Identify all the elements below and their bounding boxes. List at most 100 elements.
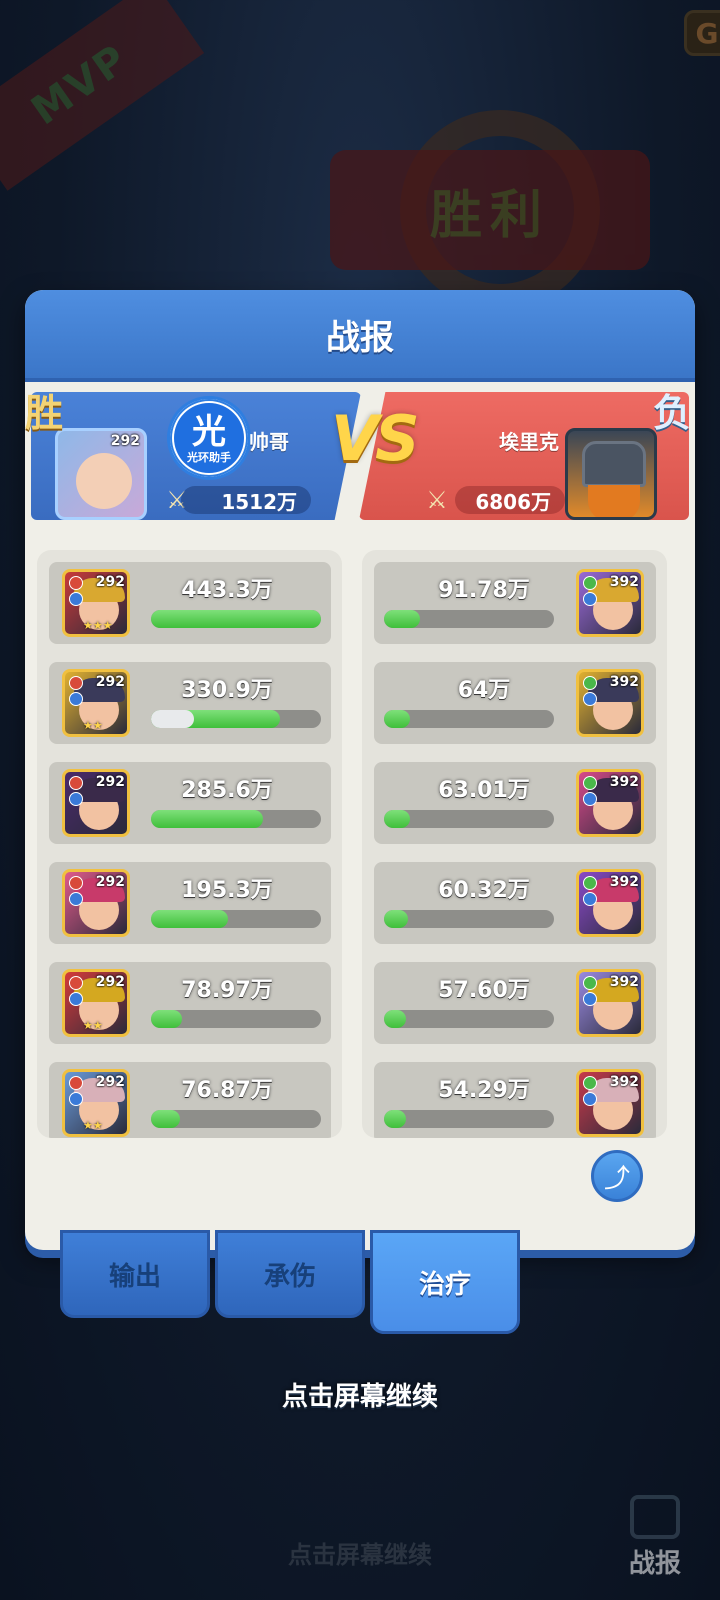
faction-icon xyxy=(69,776,83,790)
hero-row[interactable]: 292 285.6万 xyxy=(49,762,331,844)
right-power: 6806万 xyxy=(455,486,565,514)
hero-row[interactable]: 292 195.3万 xyxy=(49,862,331,944)
hero-portrait[interactable]: 292 ★★ xyxy=(62,1069,130,1137)
bar-fill xyxy=(384,810,410,828)
right-player-name: 埃里克 xyxy=(499,430,559,454)
hero-row[interactable]: 292 ★★ 76.87万 xyxy=(49,1062,331,1138)
hero-row[interactable]: 392 91.78万 xyxy=(374,562,656,644)
left-player-name: 帅哥 xyxy=(249,430,289,454)
share-button[interactable]: ⤴ xyxy=(591,1150,643,1202)
right-hero-list[interactable]: 392 91.78万 392 64万 392 63.01万 392 60.32万 392 57.6… xyxy=(362,550,667,1138)
hero-portrait[interactable]: 292 xyxy=(62,769,130,837)
hero-level: 292 xyxy=(95,674,125,690)
hero-level: 392 xyxy=(609,674,639,690)
hero-row[interactable]: 292 ★★★ 443.3万 xyxy=(49,562,331,644)
hero-row[interactable]: 392 54.29万 xyxy=(374,1062,656,1138)
mvp-ribbon: MVP xyxy=(0,0,205,191)
faction-icon xyxy=(69,976,83,990)
hero-level: 292 xyxy=(95,874,125,890)
hero-stars: ★★ xyxy=(83,1119,103,1132)
faction-icon xyxy=(583,776,597,790)
hero-portrait[interactable]: 392 xyxy=(576,769,644,837)
hero-level: 292 xyxy=(95,1074,125,1090)
victory-label: 胜利 xyxy=(429,185,550,246)
hero-healing-bar xyxy=(384,1110,554,1128)
hero-portrait[interactable]: 292 ★★★ xyxy=(62,569,130,637)
hero-portrait[interactable]: 292 xyxy=(62,869,130,937)
bar-fill xyxy=(151,610,321,628)
hero-healing-value: 60.32万 xyxy=(438,878,530,903)
left-leader-avatar[interactable]: 292 xyxy=(55,428,147,520)
bar-fill xyxy=(151,810,264,828)
chart-icon xyxy=(630,1495,680,1539)
hero-level: 292 xyxy=(95,574,125,590)
helper-logo-text: 光环助手 xyxy=(187,451,231,464)
hero-level: 392 xyxy=(609,874,639,890)
hero-level: 392 xyxy=(609,774,639,790)
hero-healing-bar xyxy=(151,810,321,828)
hero-healing-value: 78.97万 xyxy=(181,978,273,1003)
panel-title: 战报 xyxy=(326,317,394,358)
hero-healing-value: 330.9万 xyxy=(181,678,273,703)
hero-healing-bar xyxy=(384,810,554,828)
hero-portrait[interactable]: 392 xyxy=(576,869,644,937)
left-hero-list[interactable]: 292 ★★★ 443.3万 292 ★★ 330.9万 292 285.6万 292 195.3… xyxy=(37,550,342,1138)
victory-banner: 胜利 xyxy=(330,150,650,270)
left-team-banner[interactable]: 292 光 光环助手 帅哥 ⚔ 1512万 xyxy=(31,392,361,520)
class-icon xyxy=(69,692,83,706)
hero-healing-value: 64万 xyxy=(457,678,511,703)
class-icon xyxy=(583,1092,597,1106)
vs-label: VS xyxy=(331,402,420,475)
hero-row[interactable]: 292 ★★ 330.9万 xyxy=(49,662,331,744)
faction-icon xyxy=(583,876,597,890)
faction-icon xyxy=(583,976,597,990)
faction-icon xyxy=(69,676,83,690)
hero-healing-value: 76.87万 xyxy=(181,1078,273,1103)
battle-report-panel: 战报 292 光 光环助手 帅哥 ⚔ 1512万 埃里克 ⚔ 6806万 胜 负… xyxy=(25,290,695,1250)
share-icon: ⤴ xyxy=(603,1163,630,1194)
hero-row[interactable]: 392 60.32万 xyxy=(374,862,656,944)
hero-healing-bar xyxy=(384,1010,554,1028)
left-power: 1512万 xyxy=(181,486,311,514)
corner-menu-icon[interactable]: G xyxy=(684,10,720,56)
hero-portrait[interactable]: 392 xyxy=(576,569,644,637)
hero-healing-bar xyxy=(151,910,321,928)
class-icon xyxy=(69,1092,83,1106)
left-leader-level: 292 xyxy=(110,433,140,449)
class-icon xyxy=(69,892,83,906)
hero-healing-bar xyxy=(151,610,321,628)
hero-portrait[interactable]: 292 ★★ xyxy=(62,669,130,737)
continue-hint[interactable]: 点击屏幕继续 xyxy=(0,1376,720,1413)
mvp-label: MVP xyxy=(23,35,137,135)
team-comparison: 292 光 光环助手 帅哥 ⚔ 1512万 埃里克 ⚔ 6806万 胜 负 VS xyxy=(25,382,695,532)
hero-portrait[interactable]: 392 xyxy=(576,969,644,1037)
tab-healing[interactable]: 治疗 xyxy=(370,1230,520,1334)
bar-overheal xyxy=(151,710,194,728)
class-icon xyxy=(583,592,597,606)
hero-healing-value: 195.3万 xyxy=(181,878,273,903)
bar-fill xyxy=(384,710,410,728)
tab-damage-taken[interactable]: 承伤 xyxy=(215,1230,365,1318)
hero-healing-value: 91.78万 xyxy=(438,578,530,603)
faction-icon xyxy=(583,1076,597,1090)
hero-portrait[interactable]: 292 ★★ xyxy=(62,969,130,1037)
tab-output[interactable]: 输出 xyxy=(60,1230,210,1318)
helper-logo: 光 光环助手 xyxy=(167,396,251,480)
bar-fill xyxy=(151,1010,182,1028)
class-icon xyxy=(583,992,597,1006)
class-icon xyxy=(583,892,597,906)
hero-portrait[interactable]: 392 xyxy=(576,669,644,737)
bar-fill xyxy=(384,1110,407,1128)
hero-row[interactable]: 392 63.01万 xyxy=(374,762,656,844)
background-continue-hint: 点击屏幕继续 xyxy=(288,1541,432,1569)
hero-level: 292 xyxy=(95,974,125,990)
hero-row[interactable]: 292 ★★ 78.97万 xyxy=(49,962,331,1044)
hero-portrait[interactable]: 392 xyxy=(576,1069,644,1137)
right-leader-avatar[interactable] xyxy=(565,428,657,520)
faction-icon xyxy=(583,576,597,590)
hero-healing-value: 285.6万 xyxy=(181,778,273,803)
hero-row[interactable]: 392 64万 xyxy=(374,662,656,744)
hero-row[interactable]: 392 57.60万 xyxy=(374,962,656,1044)
hero-healing-bar xyxy=(151,1110,321,1128)
crossed-swords-icon: ⚔ xyxy=(426,486,448,514)
